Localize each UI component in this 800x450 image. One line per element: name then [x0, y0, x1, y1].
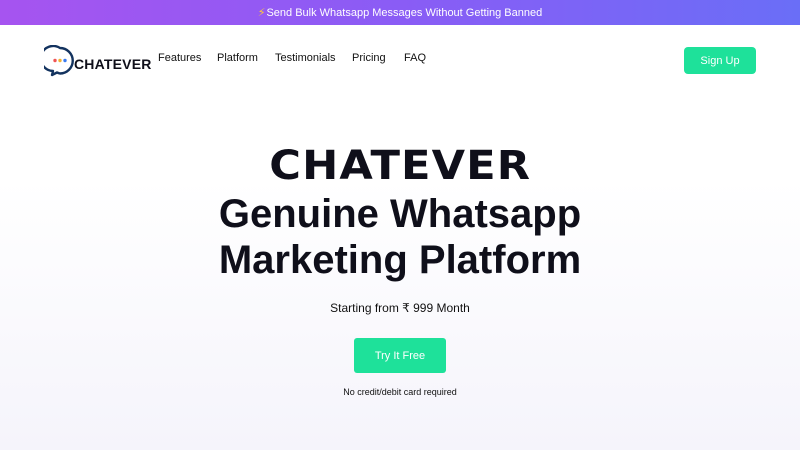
nav-link-platform[interactable]: Platform [217, 52, 275, 64]
sign-up-button[interactable]: Sign Up [684, 47, 756, 74]
try-it-free-button[interactable]: Try It Free [354, 338, 446, 373]
lightning-icon: ⚡ [257, 7, 266, 19]
hero-headline-line-1: Genuine Whatsapp [218, 192, 582, 236]
announcement-text: Send Bulk Whatsapp Messages Without Gett… [266, 6, 543, 19]
nav-link-features[interactable]: Features [158, 52, 217, 64]
nav-link-testimonials[interactable]: Testimonials [275, 52, 352, 64]
hero-brand-title: CHATEVER [269, 143, 531, 189]
hero-section: CHATEVER Genuine Whatsapp Marketing Plat… [0, 140, 800, 397]
logo[interactable]: CHATEVER [39, 44, 152, 77]
hero-headline-line-2: Marketing Platform [218, 238, 582, 282]
announcement-bar: ⚡ Send Bulk Whatsapp Messages Without Ge… [0, 0, 800, 25]
no-card-note: No credit/debit card required [343, 387, 457, 397]
pricing-text: Starting from ₹ 999 Month [330, 301, 470, 315]
logo-text: CHATEVER [74, 56, 152, 72]
nav-link-pricing[interactable]: Pricing [352, 52, 404, 64]
nav-link-faq[interactable]: FAQ [404, 52, 426, 64]
chat-bubble-logo-icon [39, 44, 76, 77]
nav-links: Features Platform Testimonials Pricing F… [158, 52, 426, 64]
top-navigation: CHATEVER Features Platform Testimonials … [0, 25, 800, 97]
